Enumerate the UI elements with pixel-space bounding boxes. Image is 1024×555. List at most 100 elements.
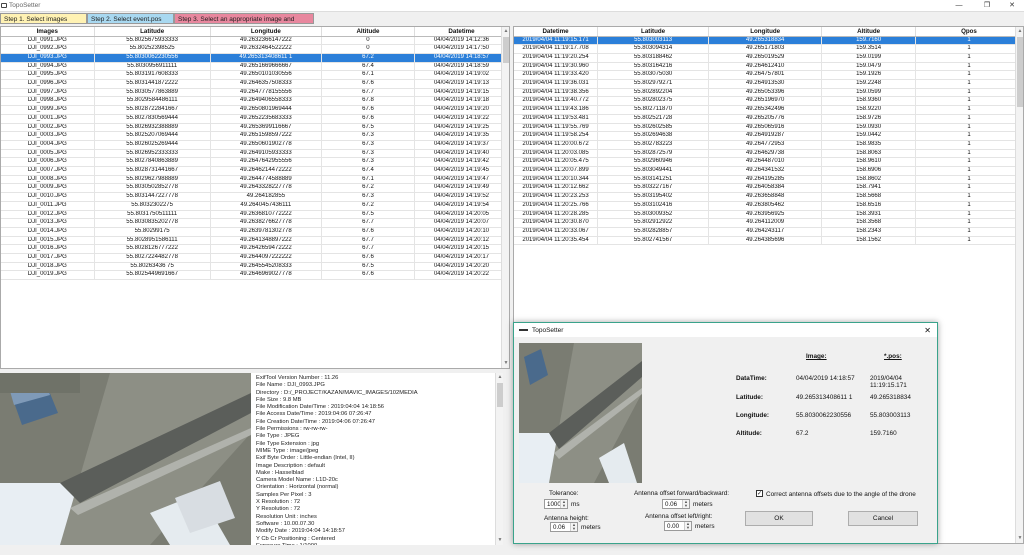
table-cell: 55.803141251 <box>597 175 710 185</box>
table-cell: 55.80299175 <box>94 227 211 237</box>
images-header-datetime[interactable]: Datetime <box>414 27 509 37</box>
table-row[interactable]: DJI_0003.JPG 55.8025207069444 49.265159859… <box>1 131 509 141</box>
table-row[interactable]: DJI_0999.JPG 55.8028722841667 49.265080196… <box>1 105 509 115</box>
table-row[interactable]: DJI_0998.JPG 55.8029584486111 49.264940655… <box>1 96 509 107</box>
antenna-height-input[interactable]: 0.06 ▲ ▼ <box>550 522 578 532</box>
table-row[interactable]: DJI_0016.JPG 55.8028126777222 49.264265947… <box>1 244 509 255</box>
table-row[interactable]: DJI_0994.JPG 55.8030956911111 49.265166966… <box>1 62 509 72</box>
step1-select-images-button[interactable]: Step 1. Select images folder <box>0 13 87 34</box>
table-row[interactable]: 2019/04/04 11:20:12.662 55.803227167 49.26… <box>514 183 1023 194</box>
table-cell: 55.803102416 <box>597 201 710 211</box>
exif-scrollbar[interactable]: ▲ ▼ <box>495 373 503 545</box>
table-row[interactable]: DJI_0007.JPG 55.8028731441667 49.264621447… <box>1 166 509 176</box>
table-row[interactable]: 2019/04/04 11:19:55.769 55.802602585 49.26… <box>514 123 1023 133</box>
exif-line: Exif Byte Order : Little-endian (Intel, … <box>256 455 355 462</box>
table-row[interactable]: DJI_0019.JPG 55.8025449691667 49.264696902… <box>1 270 509 281</box>
pos-header-qpos[interactable]: Qpos <box>915 27 1023 37</box>
table-cell: 2019/04/04 11:19:55.769 <box>514 123 599 133</box>
table-cell: 1 <box>915 70 1023 80</box>
images-header-images[interactable]: Images <box>1 27 95 37</box>
tolerance-input[interactable]: 1000 ▲ ▼ <box>544 499 568 509</box>
pos-header-datetime[interactable]: Datetime <box>514 27 599 37</box>
pos-header-altitude[interactable]: Altitude <box>821 27 916 37</box>
table-row[interactable]: 2019/04/04 11:20:05.475 55.802960946 49.26… <box>514 157 1023 168</box>
table-row[interactable]: 2019/04/04 11:19:15.171 55.803003113 49.26… <box>514 36 1023 46</box>
table-row[interactable]: DJI_0013.JPG 55.8030835202778 49.263827662… <box>1 218 509 228</box>
table-row[interactable]: DJI_0018.JPG 55.80263436 75 49.26455452083… <box>1 262 509 272</box>
table-cell: 55.80263436 75 <box>94 262 211 272</box>
steps-bar: Step 1. Select images folder Step 2. Sel… <box>0 13 1024 34</box>
table-row[interactable]: 2019/04/04 11:20:10.344 55.803141251 49.26… <box>514 175 1023 185</box>
table-row[interactable]: 2019/04/04 11:20:00.672 55.802783223 49.26… <box>514 140 1023 150</box>
table-row[interactable]: 2019/04/04 11:19:20.254 55.803188462 49.26… <box>514 53 1023 63</box>
table-row[interactable]: DJI_0017.JPG 55.8027224482778 49.264409722… <box>1 253 509 263</box>
table-row[interactable]: DJI_0015.JPG 55.8028951586111 49.264134889… <box>1 236 509 246</box>
images-header-longitude[interactable]: Longitude <box>210 27 322 37</box>
table-row[interactable]: 2019/04/04 11:19:30.960 55.803164216 49.26… <box>514 62 1023 72</box>
table-row[interactable]: DJI_0010.JPG 55.8031447227778 49.264182855… <box>1 192 509 202</box>
table-row[interactable]: 2019/04/04 11:19:36.031 55.802979271 49.26… <box>514 79 1023 89</box>
step3-select-event-button[interactable]: Step 3. Select an appropriate image and … <box>174 13 314 34</box>
ok-button[interactable]: OK <box>745 511 813 526</box>
table-row[interactable]: DJI_0997.JPG 55.8030577863889 49.264777815… <box>1 88 509 98</box>
table-row[interactable]: 2019/04/04 11:19:38.356 55.802892204 49.26… <box>514 88 1023 98</box>
images-header-altitude[interactable]: Altitude <box>321 27 415 37</box>
table-cell: 55.802602585 <box>597 123 710 133</box>
table-cell: 49.2632366147222 <box>210 36 322 46</box>
table-cell: 49.2644097222222 <box>210 253 322 263</box>
table-cell: DJI_0997.JPG <box>1 88 95 98</box>
correct-offsets-checkbox[interactable]: ✓ <box>756 490 763 497</box>
maximize-button[interactable]: ❐ <box>976 1 998 11</box>
table-cell: 49.264195285 <box>708 175 823 185</box>
table-row[interactable]: DJI_0008.JPG 55.8029627988889 49.264477458… <box>1 175 509 185</box>
table-row[interactable]: 2019/04/04 11:19:58.254 55.802694638 49.26… <box>514 131 1023 141</box>
table-cell: 49.2650101030556 <box>210 70 322 80</box>
table-row[interactable]: 2019/04/04 11:20:30.870 55.802912922 49.26… <box>514 218 1023 228</box>
table-row[interactable]: 2019/04/04 11:20:07.899 55.803049441 49.26… <box>514 166 1023 176</box>
exif-line: X Resolution : 72 <box>256 499 301 506</box>
table-row[interactable]: DJI_0011.JPG 55.8032302275 49.264045743611… <box>1 201 509 211</box>
table-row[interactable]: 2019/04/04 11:19:43.186 55.802711870 49.26… <box>514 105 1023 115</box>
table-row[interactable]: 2019/04/04 11:20:25.766 55.803102416 49.26… <box>514 201 1023 211</box>
table-cell: DJI_0012.JPG <box>1 210 95 220</box>
table-row[interactable]: 2019/04/04 11:20:23.253 55.803195402 49.26… <box>514 192 1023 202</box>
table-cell: 2019/04/04 11:20:10.344 <box>514 175 599 185</box>
offset-fb-input[interactable]: 0.06 ▲ ▼ <box>662 499 690 509</box>
table-row[interactable]: 2019/04/04 11:19:40.772 55.802802375 49.26… <box>514 96 1023 107</box>
table-row[interactable]: 2019/04/04 11:19:17.708 55.803094314 49.26… <box>514 44 1023 54</box>
table-row[interactable]: DJI_0004.JPG 55.8026025269444 49.265060190… <box>1 140 509 150</box>
table-row[interactable]: DJI_0009.JPG 55.8030502852778 49.264332822… <box>1 183 509 194</box>
table-row[interactable]: 2019/04/04 11:20:03.085 55.802872579 49.26… <box>514 149 1023 159</box>
step2-select-pos-button[interactable]: Step 2. Select event.pos file <box>87 13 174 34</box>
table-row[interactable]: DJI_0005.JPG 55.8026952333333 49.264910593… <box>1 149 509 159</box>
table-row[interactable]: DJI_0006.JPG 55.8027840863889 49.264764295… <box>1 157 509 168</box>
table-row[interactable]: DJI_0002.JPG 55.8026932388889 49.265369911… <box>1 123 509 133</box>
pos-table-scrollbar[interactable]: ▲ ▼ <box>1015 27 1023 543</box>
table-row[interactable]: 2019/04/04 11:20:28.285 55.803009352 49.26… <box>514 210 1023 220</box>
table-row[interactable]: DJI_0996.JPG 55.8031441872222 49.264635750… <box>1 79 509 89</box>
table-row[interactable]: DJI_0012.JPG 55.8031750511111 49.263681077… <box>1 210 509 220</box>
offset-lr-input[interactable]: 0.00 ▲ ▼ <box>664 521 692 531</box>
tolerance-label: Tolerance: <box>549 490 579 497</box>
table-cell: 159.2248 <box>821 79 916 89</box>
table-row[interactable]: 2019/04/04 11:19:53.481 55.802521728 49.26… <box>514 114 1023 124</box>
table-row[interactable]: DJI_0993.JPG 55.8030062230556 49.265313408… <box>1 53 509 63</box>
table-cell: 1 <box>915 36 1023 46</box>
table-row[interactable]: 2019/04/04 11:20:33.067 55.802828857 49.26… <box>514 227 1023 237</box>
minimize-button[interactable]: — <box>948 1 970 11</box>
table-row[interactable]: 2019/04/04 11:20:35.454 55.802741567 49.26… <box>514 236 1023 246</box>
cancel-button[interactable]: Cancel <box>848 511 918 526</box>
images-header-latitude[interactable]: Latitude <box>94 27 211 37</box>
table-row[interactable]: DJI_0001.JPG 55.8027830569444 49.265223568… <box>1 114 509 124</box>
table-cell: 1 <box>915 175 1023 185</box>
pos-header-longitude[interactable]: Longitude <box>708 27 823 37</box>
images-table-scrollbar[interactable]: ▲ ▼ <box>501 27 509 368</box>
pos-header-latitude[interactable]: Latitude <box>597 27 710 37</box>
table-row[interactable]: DJI_0014.JPG 55.80299175 49.2639781302778 6… <box>1 227 509 237</box>
table-row[interactable]: DJI_0991.JPG 55.8025675933333 49.263236614… <box>1 36 509 46</box>
dialog-close-button[interactable]: ✕ <box>924 326 931 335</box>
close-button[interactable]: ✕ <box>1001 1 1023 11</box>
table-row[interactable]: 2019/04/04 11:19:33.420 55.803075030 49.26… <box>514 70 1023 80</box>
table-row[interactable]: DJI_0995.JPG 55.8031917608333 49.265010103… <box>1 70 509 80</box>
table-row[interactable]: DJI_0992.JPG 55.80252398525 49.26324645222… <box>1 44 509 54</box>
